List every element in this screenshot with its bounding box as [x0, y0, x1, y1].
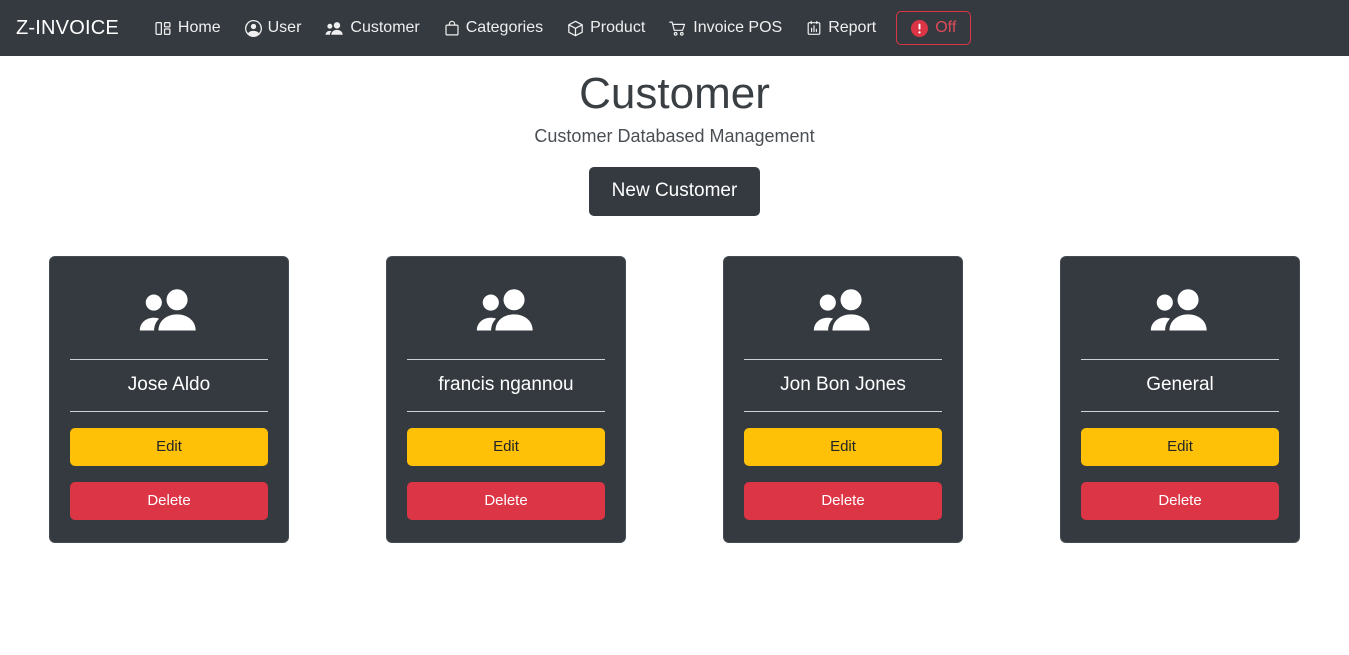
nav-item-home[interactable]: Home [143, 11, 233, 45]
nav-item-report-label: Report [828, 19, 877, 36]
exclamation-circle-icon [911, 19, 929, 37]
edit-button[interactable]: Edit [407, 427, 605, 466]
new-customer-button[interactable]: New Customer [588, 166, 761, 216]
delete-button[interactable]: Delete [744, 481, 942, 520]
card-divider-top [407, 358, 605, 360]
nav-item-report[interactable]: Report [794, 11, 888, 45]
card-divider-bottom [1081, 410, 1279, 412]
customer-card-grid: Jose Aldo Edit Delete francis ngannou Ed… [0, 216, 1349, 543]
customer-name: Jose Aldo [127, 373, 211, 395]
people-fill-icon [407, 275, 605, 345]
card-divider-bottom [744, 410, 942, 412]
box-icon [567, 20, 584, 37]
edit-button[interactable]: Edit [1081, 427, 1279, 466]
nav-item-user[interactable]: User [233, 11, 314, 45]
customer-name: francis ngannou [438, 373, 574, 395]
delete-button[interactable]: Delete [70, 481, 268, 520]
clipboard-chart-icon [806, 20, 822, 37]
people-fill-icon [744, 275, 942, 345]
delete-button[interactable]: Delete [1081, 481, 1279, 520]
nav-item-user-label: User [267, 19, 302, 36]
page-subtitle: Customer Databased Management [534, 125, 815, 146]
nav-item-product-label: Product [590, 19, 646, 36]
customer-card: General Edit Delete [1060, 255, 1300, 543]
card-divider-bottom [70, 410, 268, 412]
main-navigation: Home User Customer Categories Product In… [143, 11, 888, 45]
customer-card: francis ngannou Edit Delete [386, 255, 626, 543]
people-fill-icon [325, 20, 344, 37]
card-divider-top [70, 358, 268, 360]
page-header: Customer Customer Databased Management N… [0, 56, 1349, 216]
card-divider-top [1081, 358, 1279, 360]
people-fill-icon [1081, 275, 1279, 345]
nav-item-categories[interactable]: Categories [432, 11, 555, 45]
nav-item-categories-label: Categories [465, 19, 544, 36]
nav-item-customer-label: Customer [350, 19, 420, 36]
cart-icon [669, 20, 687, 37]
customer-name: General [1146, 373, 1214, 395]
customer-name: Jon Bon Jones [780, 373, 906, 395]
nav-item-invoice-pos[interactable]: Invoice POS [657, 11, 794, 45]
page-title: Customer [579, 69, 770, 118]
person-circle-icon [244, 19, 262, 37]
customer-card: Jose Aldo Edit Delete [49, 255, 289, 543]
off-button[interactable]: Off [896, 11, 972, 45]
nav-item-customer[interactable]: Customer [313, 11, 431, 45]
card-divider-top [744, 358, 942, 360]
edit-button[interactable]: Edit [70, 427, 268, 466]
off-button-label: Off [935, 19, 957, 36]
brand-logo[interactable]: Z-INVOICE [16, 17, 119, 40]
nav-item-product[interactable]: Product [555, 11, 657, 45]
nav-item-invoice-pos-label: Invoice POS [693, 19, 783, 36]
card-divider-bottom [407, 410, 605, 412]
nav-item-home-label: Home [177, 19, 221, 36]
bag-icon [444, 20, 460, 37]
edit-button[interactable]: Edit [744, 427, 942, 466]
people-fill-icon [70, 275, 268, 345]
navbar: Z-INVOICE Home User Customer Categories … [0, 0, 1349, 56]
delete-button[interactable]: Delete [407, 481, 605, 520]
layout-columns-icon [155, 20, 172, 37]
customer-card: Jon Bon Jones Edit Delete [723, 255, 963, 543]
